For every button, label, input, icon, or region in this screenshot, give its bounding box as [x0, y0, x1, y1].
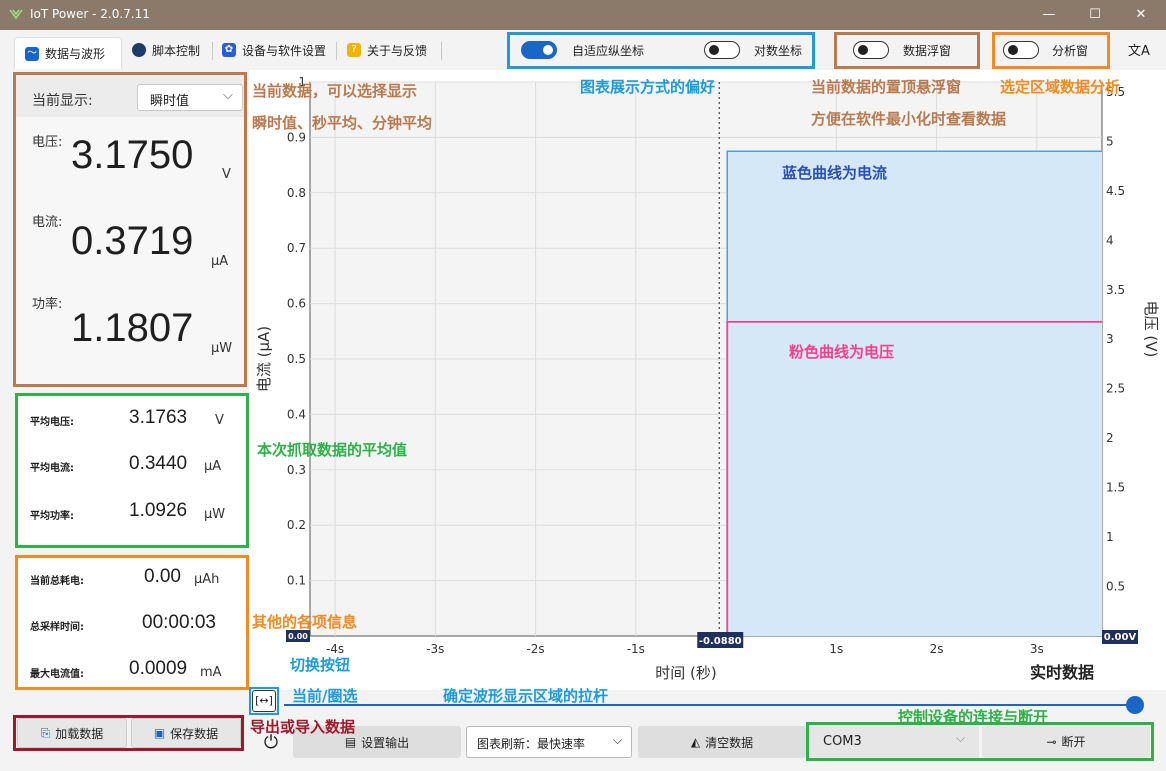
annotation-text: 图表展示方式的偏好 [580, 78, 716, 96]
annotation-text: 蓝色曲线为电流 [782, 164, 888, 182]
y-tick-label: 0.5 [287, 352, 306, 366]
tab-label: 关于与反馈 [367, 43, 428, 58]
y2-tick-label: 5 [1106, 134, 1114, 148]
wave-chart-icon: 〜 [25, 46, 39, 61]
y-tick-label: 0.6 [287, 297, 306, 311]
y2-tick-label: 4 [1106, 233, 1114, 247]
y-tick-label: 0.2 [287, 518, 306, 532]
x-tick-label: -1s [627, 642, 645, 656]
app-logo-icon [9, 9, 23, 20]
range-toggle-highlight [249, 687, 279, 715]
y2-tick-label: 3 [1106, 332, 1114, 346]
x-tick-label: 2s [930, 642, 944, 656]
y-tick-label: 0.3 [287, 463, 306, 477]
x-tick-label: -3s [426, 642, 444, 656]
chart-preference-highlight [507, 32, 815, 69]
y2-tick-label: 2 [1106, 431, 1114, 445]
tab-device-settings[interactable]: ✿ 设备与软件设置 [212, 36, 336, 64]
y-tick-label: 0.8 [287, 186, 306, 200]
close-button[interactable]: ✕ [1118, 0, 1164, 30]
annotation-text: 方便在软件最小化时查看数据 [811, 110, 1007, 128]
averages-highlight [15, 393, 249, 548]
refresh-rate-value: 图表刷新：最快速率 [477, 737, 586, 751]
annotation-text: 确定波形显示区域的拉杆 [443, 687, 609, 705]
left-bottom-text: 0.00 [288, 632, 308, 641]
y2-axis-label: 电压 (V) [1142, 301, 1160, 358]
x-tick-label: 3s [1030, 642, 1044, 656]
waveform-range-slider-handle[interactable] [1126, 696, 1144, 714]
tab-label: 设备与软件设置 [242, 43, 327, 58]
gear-icon: ✿ [222, 43, 236, 57]
import-export-highlight [13, 715, 244, 751]
waveform-chart[interactable]: -4s -3s -2s -1s 1s 2s 3s0.10.20.30.40.50.60.70… [249, 70, 1166, 690]
annotation-text: 选定区域数据分析 [1000, 78, 1121, 96]
clear-data-label: 清空数据 [705, 735, 754, 750]
cursor-value-text: -0.0880 [699, 636, 742, 647]
y2-tick-label: 4.5 [1106, 184, 1125, 198]
annotation-text: 切换按钮 [290, 656, 351, 674]
annotation-text: 瞬时值、秒平均、分钟平均 [252, 114, 433, 132]
x-tick-label: -2s [526, 642, 544, 656]
current-series-area [727, 151, 1102, 636]
connection-highlight [806, 722, 1154, 761]
tab-about-feedback[interactable]: ? 关于与反馈 [337, 36, 437, 64]
minimize-button[interactable]: — [1026, 0, 1072, 30]
chevron-down-icon: ⌵ [613, 733, 623, 747]
right-bottom-text: 0.00V [1104, 632, 1137, 643]
annotation-text: 当前/圈选 [292, 687, 358, 705]
annotation-text: 粉色曲线为电压 [789, 343, 895, 361]
annotation-text: 控制设备的连接与断开 [898, 708, 1049, 726]
refresh-rate-select[interactable]: 图表刷新：最快速率 ⌵ [466, 726, 632, 758]
tab-label: 数据与波形 [45, 47, 106, 61]
info-highlight [15, 555, 249, 690]
eraser-icon: ◭ [690, 735, 701, 749]
realtime-label: 实时数据 [1030, 663, 1094, 682]
y2-tick-label: 3.5 [1106, 283, 1125, 297]
annotation-text: 当前数据，可以选择显示 [252, 82, 418, 100]
y2-tick-label: 1 [1106, 530, 1114, 544]
float-window-highlight [834, 32, 980, 69]
y2-tick-label: 0.5 [1106, 580, 1125, 594]
x-axis-label: 时间 (秒) [655, 664, 716, 682]
tab-script-control[interactable]: 脚本控制 [122, 36, 210, 64]
title-bar: IoT Power - 2.0.7.11 — ☐ ✕ [0, 0, 1166, 30]
annotation-text: 其他的各项信息 [252, 613, 358, 631]
script-icon [132, 43, 146, 57]
set-output-label: 设置输出 [361, 735, 410, 750]
maximize-button[interactable]: ☐ [1072, 0, 1118, 30]
annotation-text: 本次抓取数据的平均值 [257, 441, 408, 459]
tab-separator [441, 42, 442, 60]
annotation-text: 导出或导入数据 [250, 718, 356, 736]
translate-icon[interactable]: 文A [1128, 40, 1150, 59]
current-data-highlight [13, 72, 247, 387]
output-icon: ▤ [344, 735, 357, 749]
y2-tick-label: 1.5 [1106, 481, 1125, 495]
y-tick-label: 0.1 [287, 574, 306, 588]
y-axis-label: 电流 (μA) [255, 326, 273, 392]
tab-data-waveform[interactable]: 〜 数据与波形 [14, 37, 122, 69]
question-icon: ? [347, 43, 361, 57]
y2-tick-label: 2.5 [1106, 382, 1125, 396]
tab-label: 脚本控制 [152, 43, 201, 58]
annotation-text: 当前数据的置顶悬浮窗 [811, 78, 962, 96]
analysis-window-highlight [992, 32, 1110, 69]
window-title: IoT Power - 2.0.7.11 [30, 7, 150, 21]
x-tick-label: 1s [829, 642, 843, 656]
y-tick-label: 0.4 [287, 407, 306, 421]
y-tick-label: 0.7 [287, 241, 306, 255]
clear-data-button[interactable]: ◭ 清空数据 [638, 726, 806, 758]
